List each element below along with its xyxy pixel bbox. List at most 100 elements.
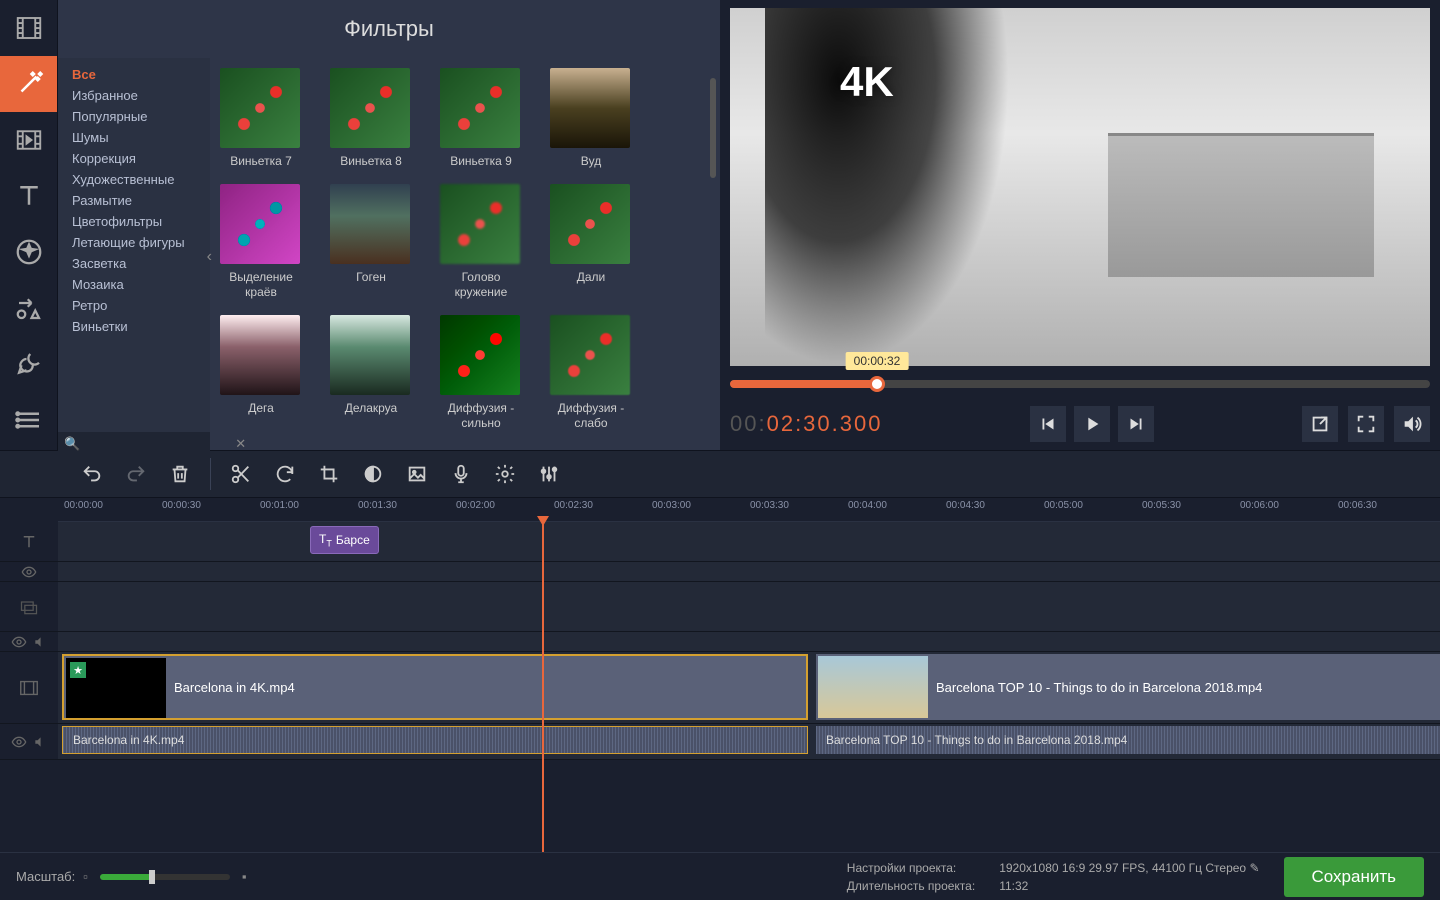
ruler-tick: 00:01:30: [358, 500, 397, 511]
zoom-slider[interactable]: [100, 874, 230, 880]
crop-button[interactable]: [309, 454, 349, 494]
status-bar: Масштаб: ▫ ▪ Настройки проекта: Длительн…: [0, 852, 1440, 900]
shapes-tool[interactable]: [0, 280, 57, 336]
category-item[interactable]: Ретро: [58, 295, 210, 316]
playhead[interactable]: [542, 522, 544, 852]
filter-item[interactable]: Виньетка 7: [220, 68, 302, 168]
tool-sidebar: [0, 0, 58, 450]
more-tool[interactable]: [0, 392, 57, 448]
rotate-button[interactable]: [265, 454, 305, 494]
category-item[interactable]: Все: [58, 64, 210, 85]
category-item[interactable]: Шумы: [58, 127, 210, 148]
filter-item[interactable]: Диффузия - сильно: [440, 315, 522, 430]
scrollbar[interactable]: [710, 78, 716, 178]
color-button[interactable]: [353, 454, 393, 494]
zoom-in-icon[interactable]: ▪: [242, 869, 247, 884]
category-item[interactable]: Избранное: [58, 85, 210, 106]
filter-item[interactable]: Виньетка 9: [440, 68, 522, 168]
category-item[interactable]: Размытие: [58, 190, 210, 211]
filter-item[interactable]: Делакруа: [330, 315, 412, 430]
filters-panel: Фильтры Все Избранное Популярные Шумы Ко…: [58, 0, 720, 450]
timeline-ruler[interactable]: 00:00:00 00:00:30 00:01:00 00:01:30 00:02:00…: [58, 498, 1440, 522]
filter-item[interactable]: Голово кружение: [440, 184, 522, 299]
filter-item[interactable]: Диффузия - слабо: [550, 315, 632, 430]
filters-tool[interactable]: [0, 56, 57, 112]
zoom-out-icon[interactable]: ▫: [83, 869, 88, 884]
preview-overlay-text: 4K: [840, 58, 894, 106]
timecode: 00:02:30.300: [730, 411, 882, 437]
transitions-tool[interactable]: [0, 112, 57, 168]
scrub-bar[interactable]: 00:00:32: [730, 380, 1430, 388]
category-search: 🔍 ✕: [58, 432, 210, 456]
track-head-title: [0, 522, 58, 561]
category-item[interactable]: Цветофильтры: [58, 211, 210, 232]
image-button[interactable]: [397, 454, 437, 494]
animation-tool[interactable]: [0, 336, 57, 392]
audio-clip[interactable]: Barcelona TOP 10 - Things to do in Barce…: [816, 726, 1440, 754]
filter-item[interactable]: Дега: [220, 315, 302, 430]
audio-clip[interactable]: Barcelona in 4K.mp4: [62, 726, 808, 754]
track-visibility-icon[interactable]: [0, 632, 58, 651]
category-item[interactable]: Коррекция: [58, 148, 210, 169]
stickers-tool[interactable]: [0, 224, 57, 280]
track-head-video: [0, 652, 58, 723]
category-item[interactable]: Засветка: [58, 253, 210, 274]
settings-button[interactable]: [485, 454, 525, 494]
category-item[interactable]: Мозаика: [58, 274, 210, 295]
video-clip[interactable]: ★ Barcelona in 4K.mp4: [62, 654, 808, 720]
next-button[interactable]: [1118, 406, 1154, 442]
fullscreen-icon[interactable]: [1348, 406, 1384, 442]
ruler-tick: 00:01:00: [260, 500, 299, 511]
category-item[interactable]: Популярные: [58, 106, 210, 127]
preview-video[interactable]: 4K: [730, 8, 1430, 366]
media-tool[interactable]: [0, 0, 57, 56]
play-button[interactable]: [1074, 406, 1110, 442]
titles-tool[interactable]: [0, 168, 57, 224]
category-item[interactable]: Виньетки: [58, 316, 210, 337]
filter-item[interactable]: Дали: [550, 184, 632, 299]
scrub-handle[interactable]: [869, 376, 885, 392]
ruler-tick: 00:02:00: [456, 500, 495, 511]
redo-button[interactable]: [116, 454, 156, 494]
volume-icon[interactable]: [1394, 406, 1430, 442]
split-button[interactable]: [221, 454, 261, 494]
ruler-tick: 00:05:00: [1044, 500, 1083, 511]
timeline: 00:00:00 00:00:30 00:01:00 00:01:30 00:02:00…: [0, 498, 1440, 852]
scrub-tooltip: 00:00:32: [846, 352, 909, 370]
ruler-tick: 00:04:00: [848, 500, 887, 511]
project-duration-label: Длительность проекта:: [847, 879, 975, 893]
category-item[interactable]: Художественные: [58, 169, 210, 190]
ruler-tick: 00:04:30: [946, 500, 985, 511]
ruler-tick: 00:03:00: [652, 500, 691, 511]
project-settings-value: 1920x1080 16:9 29.97 FPS, 44100 Гц Стере…: [999, 861, 1246, 875]
undo-button[interactable]: [72, 454, 112, 494]
filter-item[interactable]: Выделение краёв: [220, 184, 302, 299]
ruler-tick: 00:06:30: [1338, 500, 1377, 511]
equalizer-button[interactable]: [529, 454, 569, 494]
filter-item[interactable]: Вуд: [550, 68, 632, 168]
preview-panel: 4K 00:00:32 00:02:30.300: [720, 0, 1440, 450]
video-clip[interactable]: Barcelona TOP 10 - Things to do in Barce…: [816, 654, 1440, 720]
ruler-tick: 00:02:30: [554, 500, 593, 511]
ruler-tick: 00:05:30: [1142, 500, 1181, 511]
delete-button[interactable]: [160, 454, 200, 494]
filter-categories: Все Избранное Популярные Шумы Коррекция …: [58, 58, 210, 456]
track-visibility-icon[interactable]: [0, 562, 58, 581]
edit-settings-icon[interactable]: ✎: [1249, 861, 1259, 875]
star-icon: ★: [70, 662, 86, 678]
category-item[interactable]: Летающие фигуры: [58, 232, 210, 253]
mic-button[interactable]: [441, 454, 481, 494]
track-head-overlay: [0, 582, 58, 631]
prev-button[interactable]: [1030, 406, 1066, 442]
project-settings-label: Настройки проекта:: [847, 861, 975, 875]
popout-icon[interactable]: [1302, 406, 1338, 442]
track-visibility-icon[interactable]: [0, 724, 58, 759]
edit-toolbar: [0, 450, 1440, 498]
title-clip[interactable]: TTБарсе: [310, 526, 379, 554]
ruler-tick: 00:00:30: [162, 500, 201, 511]
filter-item[interactable]: Виньетка 8: [330, 68, 412, 168]
panel-title: Фильтры: [58, 0, 720, 58]
save-button[interactable]: Сохранить: [1284, 857, 1424, 897]
ruler-tick: 00:00:00: [64, 500, 103, 511]
filter-item[interactable]: Гоген: [330, 184, 412, 299]
